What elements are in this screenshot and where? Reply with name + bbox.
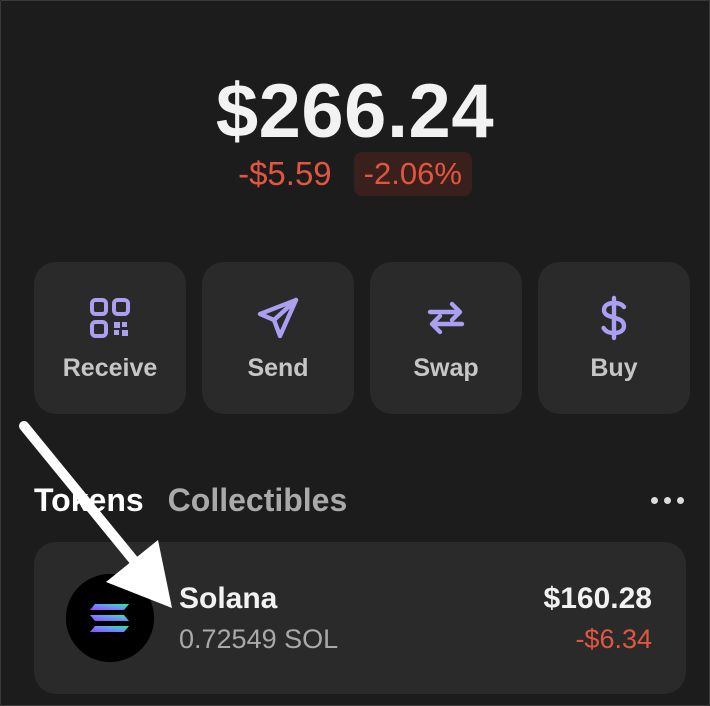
send-button[interactable]: Send xyxy=(202,262,354,414)
balance-change-percent-badge: -2.06% xyxy=(353,152,472,196)
token-amount: 0.72549 SOL xyxy=(179,624,339,654)
swap-label: Swap xyxy=(413,353,479,382)
swap-icon xyxy=(427,301,465,334)
buy-button[interactable]: Buy xyxy=(538,262,690,414)
tab-collectibles[interactable]: Collectibles xyxy=(168,482,348,519)
total-balance: $266.24 xyxy=(215,69,495,154)
receive-label: Receive xyxy=(62,353,158,382)
dollar-icon xyxy=(601,295,627,340)
receive-button[interactable]: Receive xyxy=(34,262,186,414)
buy-label: Buy xyxy=(590,353,638,382)
token-change: -$6.34 xyxy=(575,624,652,654)
qr-code-icon xyxy=(90,297,130,338)
asset-tabs: Tokens Collectibles xyxy=(34,482,684,519)
token-value: $160.28 xyxy=(543,582,652,615)
more-horizontal-icon[interactable] xyxy=(651,491,684,510)
send-icon xyxy=(257,297,299,338)
solana-logo-icon xyxy=(66,574,154,662)
token-name: Solana xyxy=(179,582,278,615)
send-label: Send xyxy=(247,353,309,382)
balance-change-row: -$5.59 -2.06% xyxy=(0,152,710,196)
token-row-solana[interactable]: Solana 0.72549 SOL $160.28 -$6.34 xyxy=(34,542,686,694)
swap-button[interactable]: Swap xyxy=(370,262,522,414)
tab-tokens[interactable]: Tokens xyxy=(34,482,144,519)
quick-actions: Receive Send Swap Buy xyxy=(34,262,690,414)
balance-change-amount: -$5.59 xyxy=(238,155,332,192)
